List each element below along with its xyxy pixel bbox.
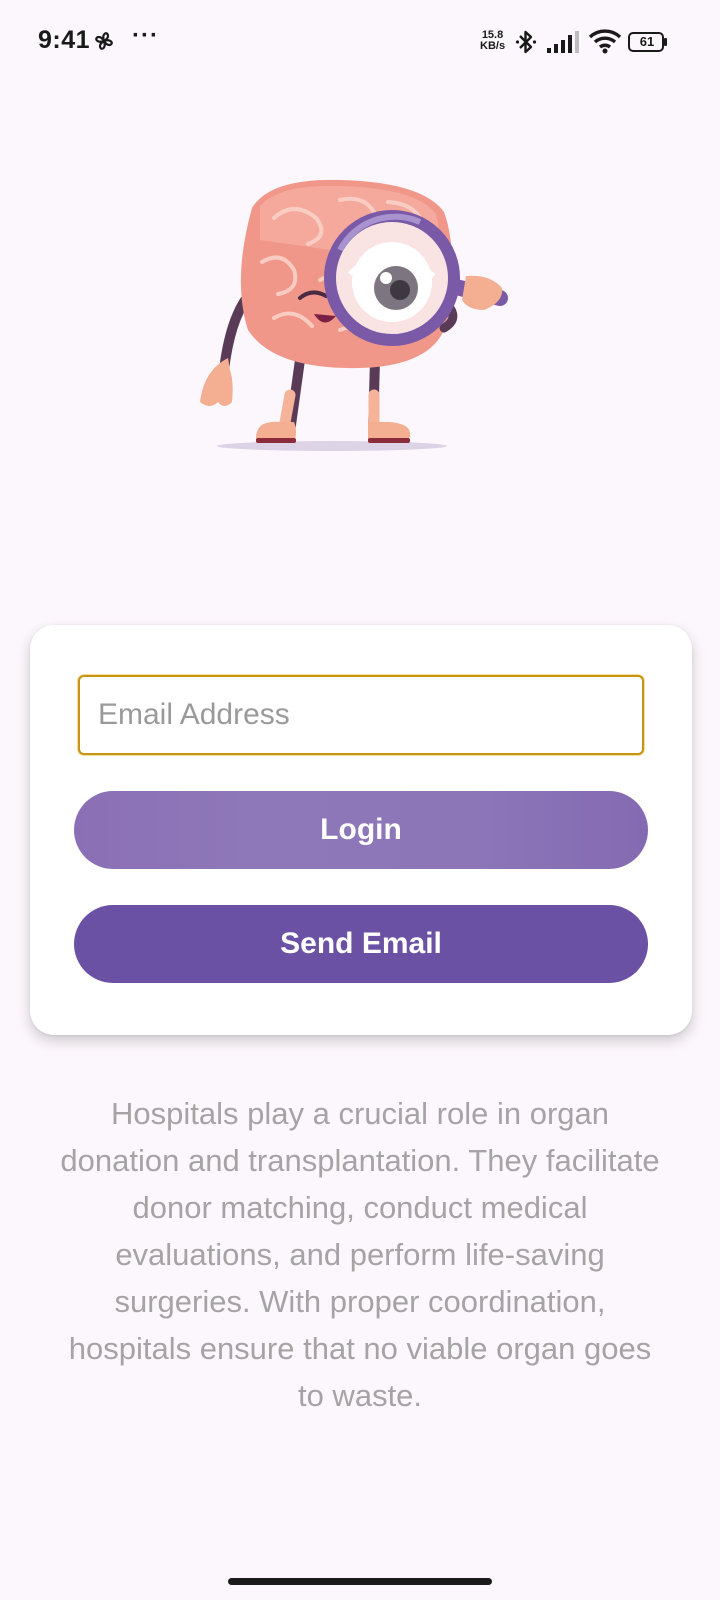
wifi-icon <box>588 29 622 54</box>
bluetooth-icon <box>515 30 537 54</box>
info-text: Hospitals play a crucial role in organ d… <box>60 1096 660 1413</box>
status-bar: 9:41 ··· 15.8 KB/s 61 <box>0 0 720 84</box>
network-speed: 15.8 KB/s <box>480 30 505 52</box>
home-gesture-bar[interactable] <box>228 1578 492 1585</box>
login-card: Login Send Email <box>30 625 692 1035</box>
login-button[interactable]: Login <box>74 791 648 869</box>
network-speed-unit: KB/s <box>480 40 506 52</box>
status-time: 9:41 <box>38 26 91 54</box>
email-field[interactable] <box>78 675 644 755</box>
send-email-button[interactable]: Send Email <box>74 905 648 983</box>
more-icon: ··· <box>132 22 159 49</box>
signal-icon <box>547 31 579 53</box>
brain-magnifier-illustration <box>200 179 508 451</box>
battery-level: 61 <box>639 34 655 49</box>
fan-icon <box>95 32 113 50</box>
